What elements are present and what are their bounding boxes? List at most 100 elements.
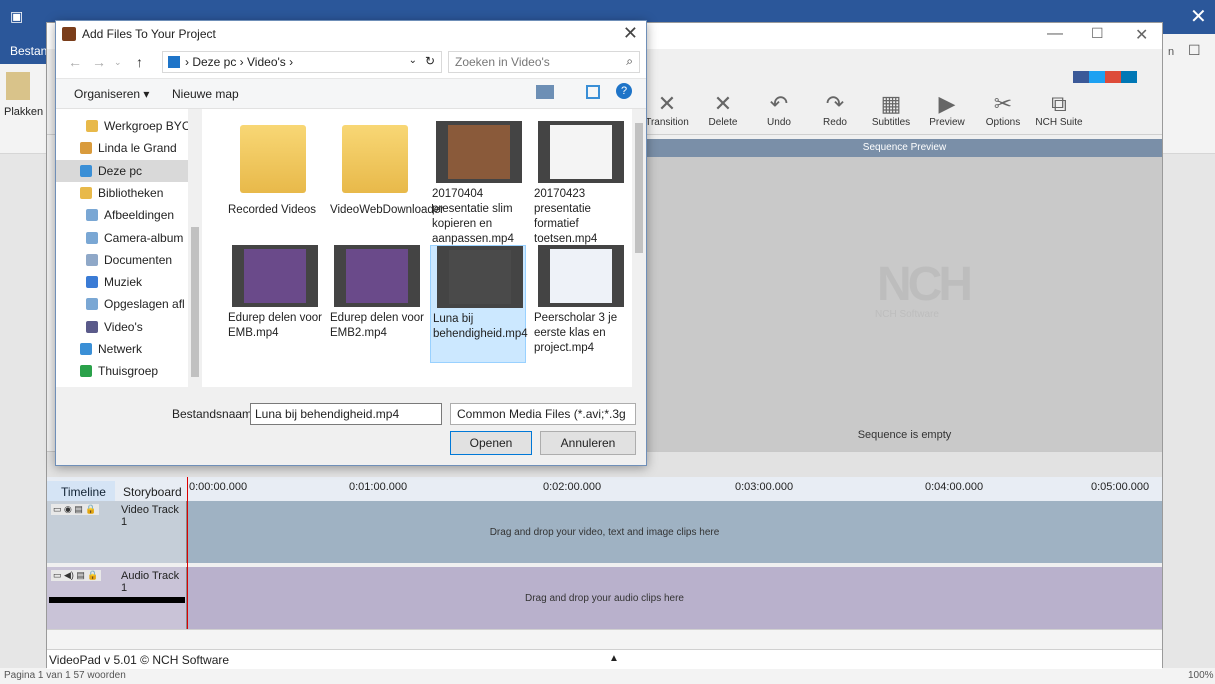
toolbar-nch-suite-button[interactable]: ⧉ NCH Suite xyxy=(1031,91,1087,135)
file-name: Recorded Videos xyxy=(228,204,317,216)
toolbar-options-button[interactable]: ✂ Options xyxy=(975,91,1031,135)
video-frame xyxy=(550,249,612,303)
toolbar-subtitles-button[interactable]: ▦ Subtitles xyxy=(863,91,919,135)
preview-pane-icon[interactable] xyxy=(586,85,600,99)
video-thumbnail xyxy=(538,121,624,183)
video-track[interactable]: ▭ ◉ ▤ 🔒 Video Track 1 Drag and drop your… xyxy=(47,501,1162,563)
breadcrumb[interactable]: › Deze pc › Video's › xyxy=(185,55,293,69)
sidebar-item[interactable]: Thuisgroep xyxy=(56,360,192,382)
open-button[interactable]: Openen xyxy=(450,431,532,455)
delete-icon: ✕ xyxy=(713,91,733,116)
video-frame xyxy=(448,125,510,179)
file-name: Luna bij behendigheid.mp4 xyxy=(433,313,528,340)
ruler-tick: 0:04:00.000 xyxy=(925,481,984,493)
file-item[interactable]: 20170423 presentatie formatief toetsen.m… xyxy=(532,121,628,245)
file-item[interactable]: VideoWebDownloader xyxy=(328,121,445,239)
sidebar-item-label: Netwerk xyxy=(98,342,143,356)
chevron-down-icon[interactable]: ⌄ xyxy=(409,55,417,66)
search-input[interactable]: Zoeken in Video's ⌕ xyxy=(448,51,640,73)
chevron-down-icon[interactable]: ⌄ xyxy=(114,57,122,68)
file-item[interactable]: Edurep delen voor EMB2.mp4 xyxy=(328,245,424,363)
sidebar-item[interactable]: Netwerk xyxy=(56,338,192,360)
minimize-icon[interactable]: — xyxy=(1047,25,1063,43)
playhead[interactable] xyxy=(187,477,188,629)
toolbar-preview-button[interactable]: ▶ Preview xyxy=(919,91,975,135)
help-icon[interactable]: ? xyxy=(616,83,632,99)
sidebar-item[interactable]: Muziek xyxy=(56,271,192,293)
sidebar-item[interactable]: Afbeeldingen xyxy=(56,204,192,226)
toolbar-delete-button[interactable]: ✕ Delete xyxy=(695,91,751,135)
sidebar-scroll-thumb[interactable] xyxy=(191,227,199,377)
organize-button[interactable]: Organiseren ▾ xyxy=(74,87,149,101)
sidebar-item[interactable]: Deze pc xyxy=(56,159,192,182)
sidebar-item[interactable]: Video's xyxy=(56,316,192,338)
close-icon[interactable]: ✕ xyxy=(1135,25,1148,45)
filename-input[interactable]: Luna bij behendigheid.mp4 xyxy=(250,403,442,425)
version-label: VideoPad v 5.01 © NCH Software xyxy=(49,653,230,667)
tab-timeline[interactable]: Timeline xyxy=(47,481,115,501)
close-icon[interactable]: ✕ xyxy=(623,23,638,44)
forward-icon[interactable]: → xyxy=(92,54,106,70)
paste-label[interactable]: Plakken xyxy=(4,106,43,118)
sidebar-item[interactable]: Documenten xyxy=(56,249,192,271)
close-icon[interactable]: ✕ xyxy=(1190,4,1207,29)
video-track-hint: Drag and drop your video, text and image… xyxy=(489,527,720,538)
file-item[interactable]: Luna bij behendigheid.mp4 xyxy=(430,245,528,363)
sidebar-item[interactable]: Bibliotheken xyxy=(56,182,192,204)
track-controls-icon[interactable]: ▭ ◀) ▤ 🔒 xyxy=(51,570,101,581)
back-icon[interactable]: ← xyxy=(68,54,82,70)
expand-icon[interactable]: ▲ xyxy=(609,653,619,664)
subtitles-icon: ▦ xyxy=(880,91,902,116)
save-icon[interactable]: ▣ xyxy=(10,8,23,25)
toolbar-transition-button[interactable]: ✕ Transition xyxy=(639,91,695,135)
timeline-scrollbar[interactable] xyxy=(47,629,1162,649)
search-icon[interactable]: ⌕ xyxy=(626,54,633,69)
toolbar-redo-button[interactable]: ↷ Redo xyxy=(807,91,863,135)
file-name: Peerscholar 3 je eerste klas en project.… xyxy=(534,312,618,354)
file-name: VideoWebDownloader xyxy=(330,204,445,216)
new-folder-button[interactable]: Nieuwe map xyxy=(172,87,239,101)
filetype-select[interactable]: Common Media Files (*.avi;*.3g xyxy=(450,403,636,425)
file-name: 20170423 presentatie formatief toetsen.m… xyxy=(534,188,598,245)
dialog-footer: Bestandsnaam: Luna bij behendigheid.mp4 … xyxy=(56,387,646,465)
pc-icon xyxy=(168,56,180,68)
toolbar-label: Options xyxy=(985,117,1021,128)
options-icon: ✂ xyxy=(993,91,1013,116)
sequence-preview: NCH NCH Software Sequence is empty xyxy=(647,157,1162,451)
address-bar[interactable]: › Deze pc › Video's › ⌄ ↻ xyxy=(162,51,442,73)
file-item[interactable]: Recorded Videos xyxy=(226,121,322,239)
nch-logo-subtitle: NCH Software xyxy=(875,309,939,320)
file-item[interactable]: 20170404 presentatie slim kopieren en aa… xyxy=(430,121,526,245)
sidebar-item[interactable]: Opgeslagen afl xyxy=(56,293,192,315)
word-page-count: Pagina 1 van 1 57 woorden xyxy=(4,670,126,681)
cancel-button[interactable]: Annuleren xyxy=(540,431,636,455)
toolbar-undo-button[interactable]: ↶ Undo xyxy=(751,91,807,135)
sidebar-item-label: Documenten xyxy=(104,252,173,267)
folder-icon xyxy=(86,231,98,244)
file-list: Recorded Videos VideoWebDownloader 2017040… xyxy=(202,109,646,387)
maximize-icon[interactable]: ☐ xyxy=(1091,25,1104,42)
files-scroll-thumb[interactable] xyxy=(635,123,643,253)
social-icons[interactable] xyxy=(1073,71,1137,83)
video-thumbnail xyxy=(538,245,624,307)
folder-icon xyxy=(80,365,92,378)
video-track-name: Video Track 1 xyxy=(121,504,179,528)
word-zoom[interactable]: 100% xyxy=(1188,670,1214,681)
word-file-tab[interactable]: Bestan xyxy=(0,34,47,64)
file-item[interactable]: Peerscholar 3 je eerste klas en project.… xyxy=(532,245,628,363)
file-item[interactable]: Edurep delen voor EMB.mp4 xyxy=(226,245,322,363)
audio-track[interactable]: ▭ ◀) ▤ 🔒 Audio Track 1 Drag and drop you… xyxy=(47,567,1162,629)
refresh-icon[interactable]: ↻ xyxy=(425,54,435,68)
track-controls-icon[interactable]: ▭ ◉ ▤ 🔒 xyxy=(51,504,99,515)
sidebar-item[interactable]: Werkgroep BYC xyxy=(56,115,192,137)
navigation-pane: Werkgroep BYC Linda le Grand Deze pc Biblio… xyxy=(56,109,202,387)
folder-icon xyxy=(80,142,92,155)
up-icon[interactable]: ↑ xyxy=(136,54,143,70)
sidebar-item[interactable]: Camera-album xyxy=(56,227,192,249)
sidebar-item[interactable]: Linda le Grand xyxy=(56,137,192,159)
tab-storyboard[interactable]: Storyboard xyxy=(117,481,189,501)
sidebar-item-label: Opgeslagen afl xyxy=(104,297,185,312)
paste-icon[interactable] xyxy=(6,72,30,100)
view-icon[interactable] xyxy=(536,85,554,99)
comment-icon[interactable]: ☐ xyxy=(1188,42,1201,59)
